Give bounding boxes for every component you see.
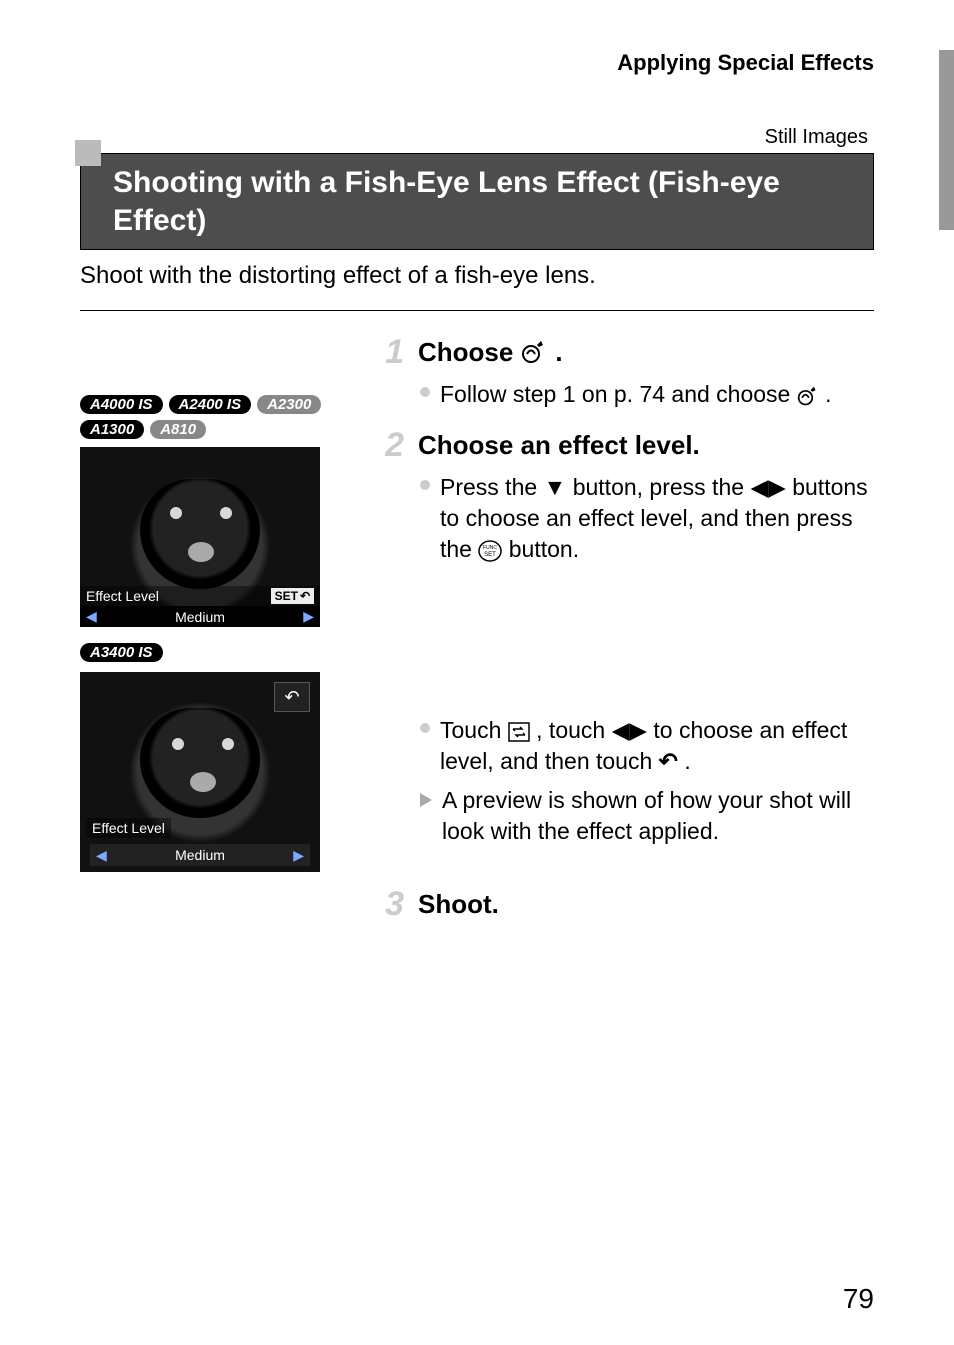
step-2: 2 Choose an effect level.	[374, 428, 874, 462]
left-right-arrow-icon: ◀▶	[612, 717, 647, 743]
preview-subject	[170, 507, 182, 519]
step-2-bullets: Press the ▼ button, press the ◀▶ buttons…	[420, 472, 874, 565]
step-title: Shoot.	[418, 887, 499, 921]
step-title: Choose an effect level.	[418, 428, 700, 462]
step-2-touch-bullets: Touch , touch ◀▶ to choose an effect lev…	[420, 715, 874, 847]
back-icon: ↶	[300, 589, 310, 603]
model-tag: A2300	[257, 395, 321, 414]
header-section: Applying Special Effects	[80, 50, 874, 76]
left-column: A4000 IS A2400 IS A2300 A1300 A810 Effec…	[80, 335, 350, 931]
step-1: 1 Choose .	[374, 335, 874, 369]
lcd-preview-2: ↶ Effect Level ◀ Medium ▶	[80, 672, 320, 872]
text: Touch	[440, 717, 508, 743]
edge-tab	[939, 50, 954, 230]
menu-swap-icon	[508, 722, 530, 742]
bullet: Follow step 1 on p. 74 and choose .	[420, 379, 874, 410]
page: Applying Special Effects Still Images Sh…	[0, 0, 954, 1345]
svg-text:FUNC: FUNC	[483, 545, 497, 551]
preview-subject	[190, 772, 216, 792]
page-number: 79	[843, 1283, 874, 1315]
text: .	[825, 381, 831, 407]
preview-subject	[220, 507, 232, 519]
model-tag: A4000 IS	[80, 395, 163, 414]
step-title-text: .	[555, 337, 562, 368]
intro-text: Shoot with the distorting effect of a fi…	[80, 262, 874, 290]
step-1-bullets: Follow step 1 on p. 74 and choose .	[420, 379, 874, 410]
bullet-dot-icon	[420, 480, 430, 490]
set-back-indicator: SET ↶	[271, 588, 314, 604]
bullet-text: A preview is shown of how your shot will…	[442, 785, 874, 847]
fisheye-mode-icon	[521, 339, 547, 365]
effect-level-label: Effect Level	[86, 588, 159, 604]
step-title: Choose .	[418, 335, 563, 369]
model-tag: A3400 IS	[80, 643, 163, 662]
back-button[interactable]: ↶	[274, 682, 310, 712]
text: .	[684, 748, 690, 774]
step-number: 1	[374, 335, 404, 369]
preview-subject	[172, 738, 184, 750]
divider	[80, 310, 874, 311]
down-arrow-icon: ▼	[544, 474, 567, 500]
preview-subject	[188, 542, 214, 562]
right-column: 1 Choose . Follow step 1 on p. 74 and ch…	[374, 335, 874, 931]
text: Follow step 1 on p. 74 and choose	[440, 381, 797, 407]
right-arrow-icon[interactable]: ▶	[293, 847, 304, 864]
text: , touch	[536, 717, 611, 743]
step-title-text: Choose	[418, 337, 513, 368]
effect-level-slider[interactable]: ◀ Medium ▶	[90, 844, 310, 866]
text: button, press the	[573, 474, 751, 500]
set-label: SET	[275, 589, 298, 603]
effect-level-value: Medium	[175, 609, 225, 625]
lcd-preview-1: Effect Level SET ↶ ◀ Medium ▶	[80, 447, 320, 627]
func-set-icon: FUNCSET	[478, 539, 502, 563]
bullet-text: Follow step 1 on p. 74 and choose .	[440, 379, 832, 410]
model-tag: A2400 IS	[169, 395, 252, 414]
preview-subject	[222, 738, 234, 750]
model-tag: A810	[150, 420, 206, 439]
step-number: 3	[374, 887, 404, 921]
step-number: 2	[374, 428, 404, 462]
effect-level-value: Medium	[175, 847, 225, 863]
right-arrow-icon: ▶	[303, 608, 314, 625]
content-columns: A4000 IS A2400 IS A2300 A1300 A810 Effec…	[80, 335, 874, 931]
model-tag: A1300	[80, 420, 144, 439]
left-right-arrow-icon: ◀▶	[750, 474, 785, 500]
bullet-dot-icon	[420, 723, 430, 733]
step-3: 3 Shoot.	[374, 887, 874, 921]
left-arrow-icon[interactable]: ◀	[96, 847, 107, 864]
page-title: Shooting with a Fish-Eye Lens Effect (Fi…	[80, 153, 874, 250]
model-tag-group-2: A3400 IS	[80, 643, 350, 662]
text: Press the	[440, 474, 544, 500]
effect-level-label: Effect Level	[86, 818, 171, 838]
lcd-overlay: Effect Level SET ↶ ◀ Medium ▶	[80, 586, 320, 627]
bullet: Press the ▼ button, press the ◀▶ buttons…	[420, 472, 874, 565]
model-tag-group-1: A4000 IS A2400 IS A2300 A1300 A810	[80, 395, 350, 439]
back-icon: ↶	[659, 748, 678, 774]
text: button.	[509, 536, 579, 562]
bullet-text: Press the ▼ button, press the ◀▶ buttons…	[440, 472, 874, 565]
mode-label: Still Images	[80, 126, 874, 149]
bullet: Touch , touch ◀▶ to choose an effect lev…	[420, 715, 874, 777]
bullet: A preview is shown of how your shot will…	[420, 785, 874, 847]
svg-text:SET: SET	[485, 552, 497, 558]
result-arrow-icon	[420, 793, 432, 807]
fisheye-mode-icon	[797, 385, 819, 407]
bullet-dot-icon	[420, 387, 430, 397]
left-arrow-icon: ◀	[86, 608, 97, 625]
bullet-text: Touch , touch ◀▶ to choose an effect lev…	[440, 715, 874, 777]
